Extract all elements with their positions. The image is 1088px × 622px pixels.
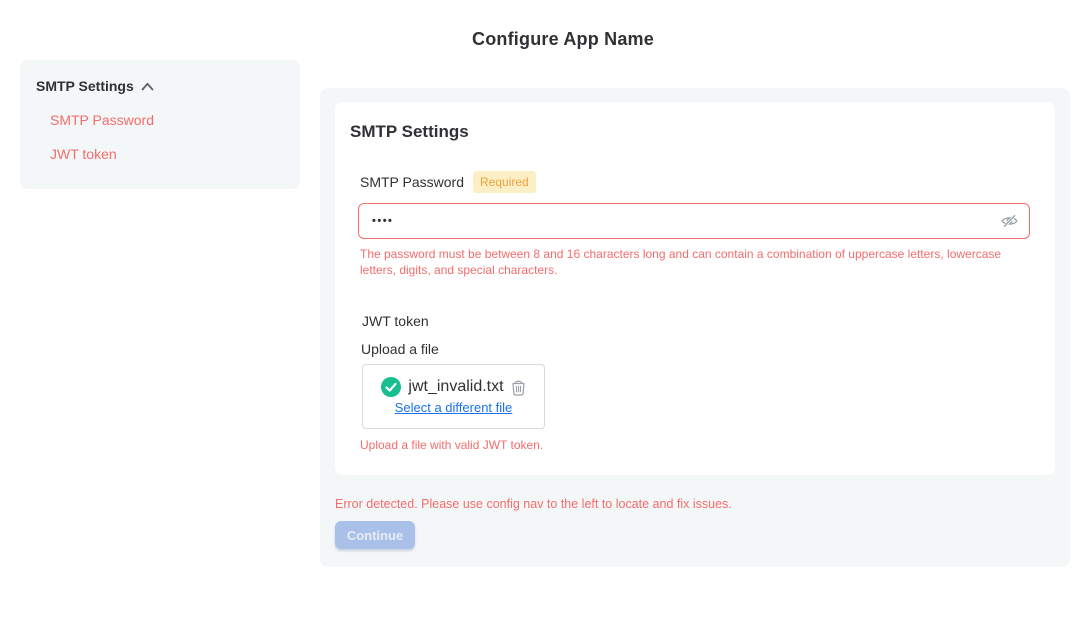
- jwt-error-text: Upload a file with valid JWT token.: [360, 437, 543, 453]
- trash-icon[interactable]: [511, 379, 526, 396]
- nav-section-label: SMTP Settings: [36, 78, 134, 94]
- required-badge: Required: [473, 171, 536, 193]
- chevron-up-icon: [141, 82, 154, 91]
- eye-slash-icon[interactable]: [1001, 214, 1018, 229]
- upload-file-label: Upload a file: [361, 341, 439, 357]
- check-circle-icon: [381, 377, 401, 397]
- nav-section-smtp-settings[interactable]: SMTP Settings: [36, 78, 284, 94]
- config-nav: SMTP Settings SMTP Password JWT token: [20, 60, 300, 189]
- smtp-password-field: [358, 203, 1030, 239]
- select-different-file-link[interactable]: Select a different file: [395, 400, 513, 415]
- page-title: Configure App Name: [19, 29, 1088, 50]
- jwt-token-label: JWT token: [362, 313, 429, 329]
- continue-button[interactable]: Continue: [335, 521, 415, 549]
- config-panel: SMTP Settings SMTP Password Required The…: [320, 88, 1070, 567]
- smtp-password-input[interactable]: [358, 203, 1030, 239]
- smtp-password-label-row: SMTP Password Required: [360, 171, 536, 193]
- nav-item-smtp-password[interactable]: SMTP Password: [50, 112, 284, 128]
- configure-app-page: Configure App Name SMTP Settings SMTP Pa…: [0, 0, 1088, 622]
- file-upload-box: jwt_invalid.txt Select a different file: [362, 364, 545, 429]
- form-error-message: Error detected. Please use config nav to…: [335, 497, 732, 511]
- password-helper-text: The password must be between 8 and 16 ch…: [360, 246, 1022, 278]
- uploaded-file-name: jwt_invalid.txt: [408, 378, 503, 396]
- smtp-settings-card: SMTP Settings SMTP Password Required The…: [335, 102, 1055, 475]
- uploaded-file-row: jwt_invalid.txt: [363, 377, 544, 397]
- card-title: SMTP Settings: [350, 122, 469, 142]
- nav-item-jwt-token[interactable]: JWT token: [50, 146, 284, 162]
- smtp-password-label: SMTP Password: [360, 174, 464, 190]
